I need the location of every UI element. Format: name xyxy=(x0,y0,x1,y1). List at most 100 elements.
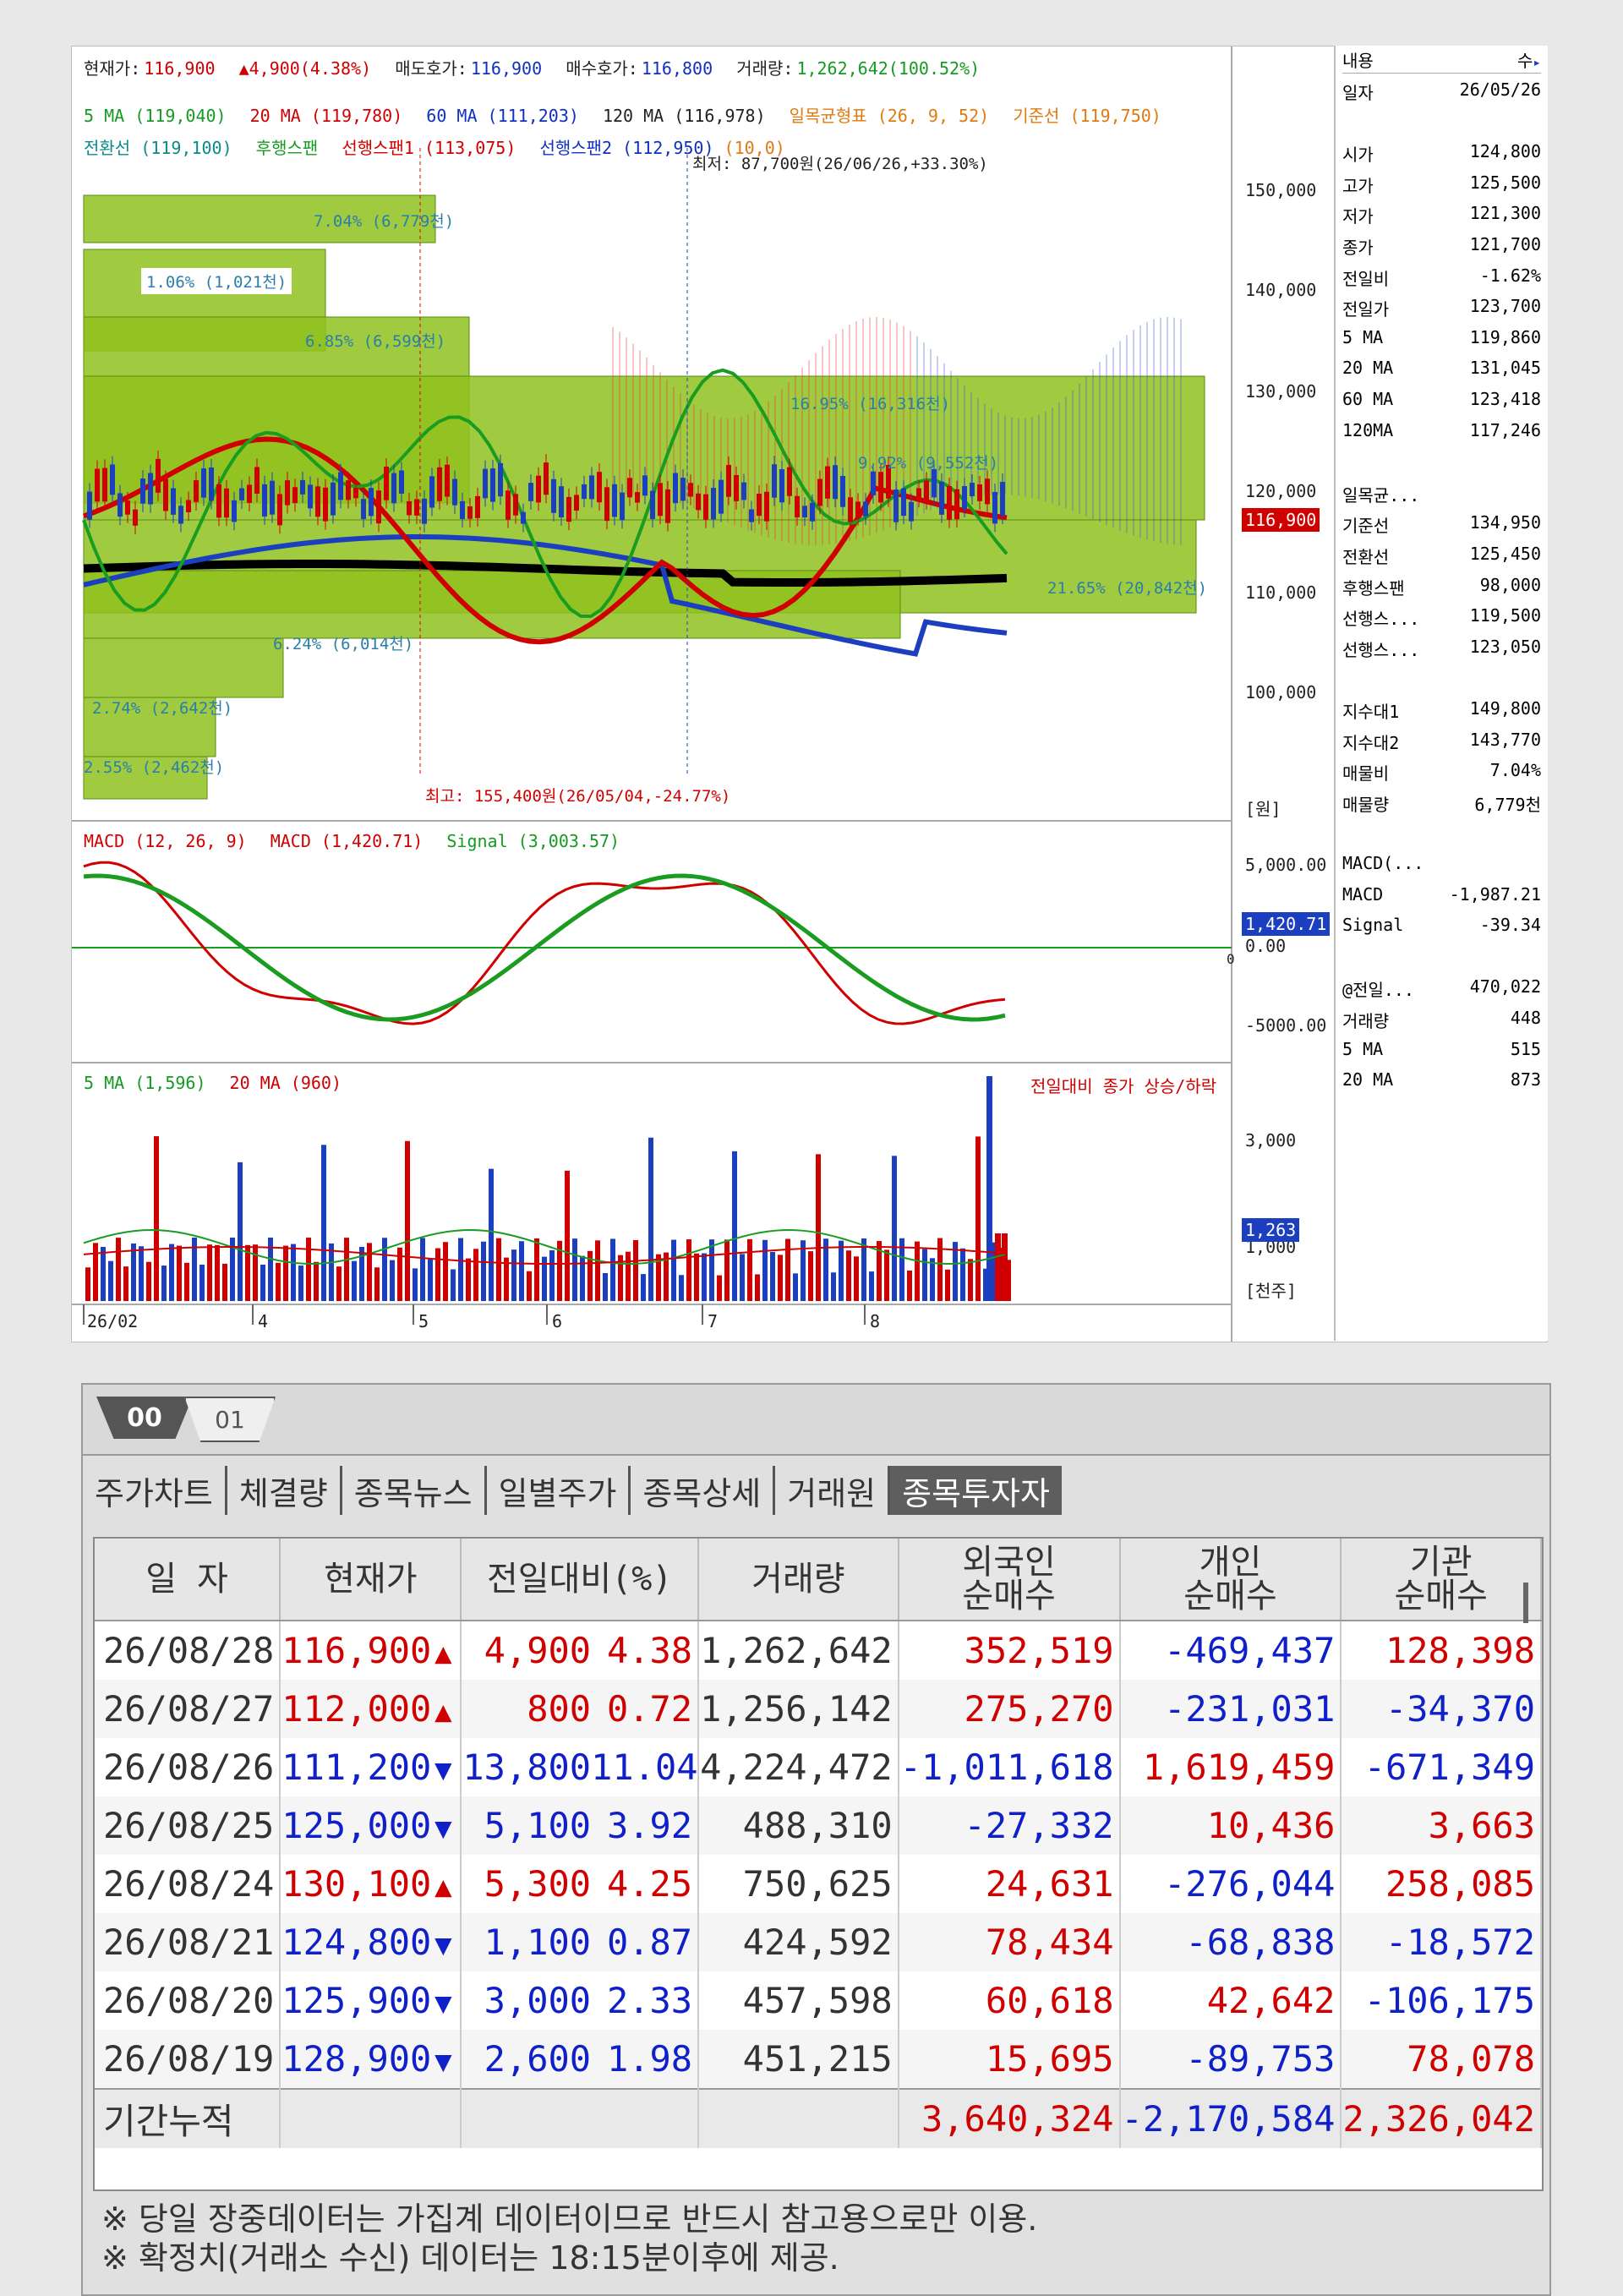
candle-body xyxy=(95,468,100,502)
down-arrow-icon: ▼ xyxy=(434,1987,452,2020)
candle-body xyxy=(688,483,693,497)
volume-bar xyxy=(93,1243,98,1301)
legend-conversion-line[interactable]: 전환선 (119,100) xyxy=(84,138,232,158)
tab-6[interactable]: 거래원 xyxy=(775,1466,891,1515)
vertical-scrollbar[interactable] xyxy=(1523,1583,1528,1623)
candle-body xyxy=(285,480,290,506)
volume-unit: [천주] xyxy=(1245,1281,1297,1301)
legend-base-line[interactable]: 기준선 (119,750) xyxy=(1013,106,1161,126)
change-cell: 1,100 0.87 xyxy=(461,1913,700,1971)
legend-macd-params[interactable]: MACD (12, 26, 9) xyxy=(84,831,247,851)
legend-signal-value[interactable]: Signal (3,003.57) xyxy=(446,831,620,851)
tab-1[interactable]: 주가차트 xyxy=(83,1466,227,1515)
legend-ma20[interactable]: 20 MA (119,780) xyxy=(250,106,403,126)
legend-macd-value[interactable]: MACD (1,420.71) xyxy=(270,831,424,851)
tab-00[interactable]: 00 xyxy=(96,1397,193,1439)
volume-bar xyxy=(116,1238,121,1301)
volume-bar xyxy=(995,1233,1001,1301)
tab-3[interactable]: 종목뉴스 xyxy=(342,1466,487,1515)
volume-bar xyxy=(717,1275,722,1301)
date-cell: 26/08/24 xyxy=(95,1855,281,1913)
volume-bar xyxy=(694,1253,699,1301)
institution-net-cell: -34,370 xyxy=(1341,1680,1542,1738)
volume-bar xyxy=(854,1256,859,1301)
table-row[interactable]: 26/08/28 116,900 ▲ 4,900 4.38 1,262,642 352,51… xyxy=(95,1621,1542,1680)
price-value: 130,100 xyxy=(281,1863,432,1905)
candle-body xyxy=(703,494,708,520)
candle-body xyxy=(848,497,853,522)
column-header[interactable]: 개인 순매수 xyxy=(1119,1539,1342,1621)
change-cell: 800 0.72 xyxy=(461,1680,700,1738)
tab-01[interactable]: 01 xyxy=(184,1397,276,1442)
candle-body xyxy=(711,488,716,520)
legend-ma60[interactable]: 60 MA (111,203) xyxy=(426,106,579,126)
candle-body xyxy=(475,495,480,518)
legend-vol-ma5[interactable]: 5 MA (1,596) xyxy=(84,1073,206,1093)
foreign-net-cell: 24,631 xyxy=(898,1855,1121,1913)
column-header[interactable]: 기관 순매수 xyxy=(1341,1539,1542,1621)
down-arrow-icon: ▼ xyxy=(434,2045,452,2079)
candle-body xyxy=(452,478,457,506)
volume-bar xyxy=(565,1170,570,1301)
tab-7[interactable]: 종목투자자 xyxy=(890,1466,1062,1515)
current-price-value: 116,900 xyxy=(144,58,216,79)
legend-ma120[interactable]: 120 MA (116,978) xyxy=(603,106,766,126)
data-window-header-value: 수▸ xyxy=(1516,51,1541,71)
tab-2[interactable]: 체결량 xyxy=(227,1466,342,1515)
data-window-key: MACD xyxy=(1342,883,1384,905)
column-header[interactable]: 외국인 순매수 xyxy=(898,1539,1121,1621)
volume-value-tag: 1,263 xyxy=(1242,1218,1300,1242)
date-cell: 26/08/28 xyxy=(95,1621,281,1680)
legend-leading-span1[interactable]: 선행스팬1 (113,075) xyxy=(342,138,516,158)
column-header[interactable]: 현재가 xyxy=(280,1539,462,1621)
volume-bar xyxy=(177,1245,182,1301)
volume-bar xyxy=(344,1238,349,1301)
data-window-key: 선행스... xyxy=(1342,639,1420,660)
data-window-key: 120MA xyxy=(1342,419,1394,440)
data-window-value: 121,300 xyxy=(1469,203,1541,224)
legend-lagging-span[interactable]: 후행스팬 xyxy=(256,138,319,158)
candle-body xyxy=(262,484,267,517)
price-value: 128,900 xyxy=(281,2038,432,2080)
table-row[interactable]: 26/08/24 130,100 ▲ 5,300 4.25 750,625 24,631 -2… xyxy=(95,1855,1542,1913)
volume-bar xyxy=(451,1269,456,1301)
legend-leading-span2[interactable]: 선행스팬2 (112,950) xyxy=(539,138,713,158)
data-window-header: 내용 수▸ xyxy=(1342,47,1541,74)
column-header[interactable]: 전일대비(%) xyxy=(461,1539,700,1621)
investor-grid[interactable]: 일 자 현재가 전일대비(%) 거래량 외국인 순매수 개인 순매수 기관 순매수 26/08/2… xyxy=(93,1537,1544,2191)
legend-vol-ma20[interactable]: 20 MA (960) xyxy=(230,1073,342,1093)
data-window-value: -1.62% xyxy=(1479,265,1541,286)
table-row[interactable]: 26/08/21 124,800 ▼ 1,100 0.87 424,592 78,434 -6… xyxy=(95,1913,1542,1971)
down-arrow-icon: ▼ xyxy=(434,1812,452,1845)
candle-body xyxy=(125,500,130,515)
tab-4[interactable]: 일별주가 xyxy=(487,1466,631,1515)
macd-value-tag: 1,420.71 xyxy=(1242,912,1331,936)
volume-note: 전일대비 종가 상승/하락 xyxy=(1030,1076,1217,1096)
volume-bar xyxy=(443,1242,448,1301)
volume-bar xyxy=(473,1249,478,1301)
table-row[interactable]: 26/08/27 112,000 ▲ 800 0.72 1,256,142 275,270-… xyxy=(95,1680,1542,1738)
stock-chart[interactable]: 현재가: 116,900 ▲4,900(4.38%) 매도호가: 116,900 매… xyxy=(71,46,1548,1342)
table-row[interactable]: 26/08/26 111,200 ▼ 13,80011.04 4,224,472 -1,0… xyxy=(95,1738,1542,1796)
data-window-row: 후행스팬 98,000 xyxy=(1342,575,1541,600)
volume-label: 거래량: xyxy=(736,58,794,79)
column-header[interactable]: 거래량 xyxy=(698,1539,899,1621)
volume-bar xyxy=(869,1271,874,1301)
price-tick: 110,000 xyxy=(1245,582,1317,603)
expand-icon[interactable]: ▸ xyxy=(1533,54,1541,70)
table-row[interactable]: 26/08/19 128,900 ▼ 2,600 1.98 451,215 15,695 -8… xyxy=(95,2030,1542,2089)
ask-label: 매도호가: xyxy=(395,58,467,79)
column-header[interactable]: 일 자 xyxy=(95,1539,281,1621)
legend-ma5[interactable]: 5 MA (119,040) xyxy=(84,106,227,126)
data-window-row: 시가 124,800 xyxy=(1342,141,1541,167)
table-row[interactable]: 26/08/20 125,900 ▼ 3,000 2.33 457,598 60,618 42… xyxy=(95,1971,1542,2030)
tab-5[interactable]: 종목상세 xyxy=(631,1466,776,1515)
foreign-net-cell: -27,332 xyxy=(898,1796,1121,1855)
table-row[interactable]: 26/08/25 125,000 ▼ 5,100 3.92 488,310 -27,332 1… xyxy=(95,1796,1542,1855)
legend-ichimoku[interactable]: 일목균형표 (26, 9, 52) xyxy=(790,106,990,126)
data-window-value: 873 xyxy=(1510,1069,1541,1091)
investor-table: 일 자 현재가 전일대비(%) 거래량 외국인 순매수 개인 순매수 기관 순매수 26/08/2… xyxy=(95,1539,1542,2148)
chart-canvas[interactable] xyxy=(72,46,1547,1342)
vp-label-9: 2.55% (2,462천) xyxy=(84,758,225,777)
data-window-key: 기준선 xyxy=(1342,516,1390,537)
